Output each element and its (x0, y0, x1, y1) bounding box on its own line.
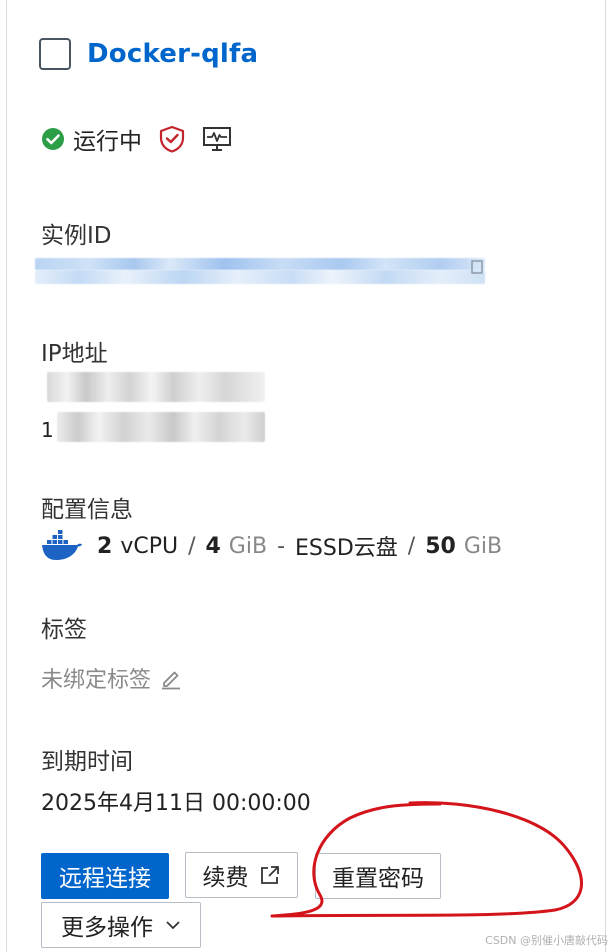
spec-separator: / (188, 533, 196, 559)
instance-header: Docker-qlfa (39, 38, 258, 70)
status-row: 运行中 (41, 122, 232, 156)
remote-connect-label: 远程连接 (59, 866, 151, 892)
tags-empty-text: 未绑定标签 (41, 668, 152, 693)
monitor-icon[interactable] (202, 125, 232, 153)
disk-unit: GiB (463, 533, 503, 559)
select-checkbox[interactable] (39, 38, 71, 70)
edit-icon[interactable] (159, 666, 183, 690)
disk-size: 50 (425, 533, 456, 559)
spec-dash: - (277, 533, 286, 559)
expiry-value: 2025年4月11日 00:00:00 (41, 791, 311, 816)
more-actions-dropdown[interactable]: 更多操作 (41, 902, 201, 948)
disk-type: ESSD云盘 (295, 536, 398, 561)
cpu-count: 2 (97, 533, 113, 559)
shield-icon[interactable] (158, 125, 186, 153)
cpu-unit: vCPU (120, 533, 179, 559)
config-label: 配置信息 (41, 497, 133, 523)
status-text: 运行中 (73, 129, 142, 155)
spec-row: 2 vCPU / 4 GiB - ESSD云盘 / 50 GiB (41, 530, 502, 562)
check-circle-icon (42, 128, 64, 150)
tags-label: 标签 (41, 617, 87, 643)
external-link-icon (260, 866, 279, 884)
expiry-label: 到期时间 (41, 749, 133, 775)
watermark: CSDN @别催小唐敲代码 (485, 934, 608, 947)
ip-visible-prefix: 1 (41, 418, 54, 442)
more-actions-label: 更多操作 (61, 915, 153, 941)
docker-icon (42, 530, 82, 560)
reset-password-label: 重置密码 (332, 866, 424, 892)
renew-label: 续费 (202, 865, 249, 891)
instance-card: Docker-qlfa 运行中 实例ID IP地址 1 配置信息 2 vCPU … (6, 0, 606, 952)
reset-password-button[interactable]: 重置密码 (315, 853, 441, 899)
chevron-down-icon (166, 921, 180, 930)
renew-button[interactable]: 续费 (185, 852, 298, 898)
memory-unit: GiB (228, 533, 268, 559)
memory-size: 4 (205, 533, 221, 559)
tags-empty-row: 未绑定标签 (41, 662, 183, 694)
instance-id-label: 实例ID (41, 223, 112, 249)
instance-name-link[interactable]: Docker-qlfa (87, 39, 258, 69)
spec-separator: / (407, 533, 416, 559)
copy-icon[interactable] (471, 260, 485, 276)
remote-connect-button[interactable]: 远程连接 (41, 853, 169, 899)
ip-label: IP地址 (41, 341, 108, 367)
